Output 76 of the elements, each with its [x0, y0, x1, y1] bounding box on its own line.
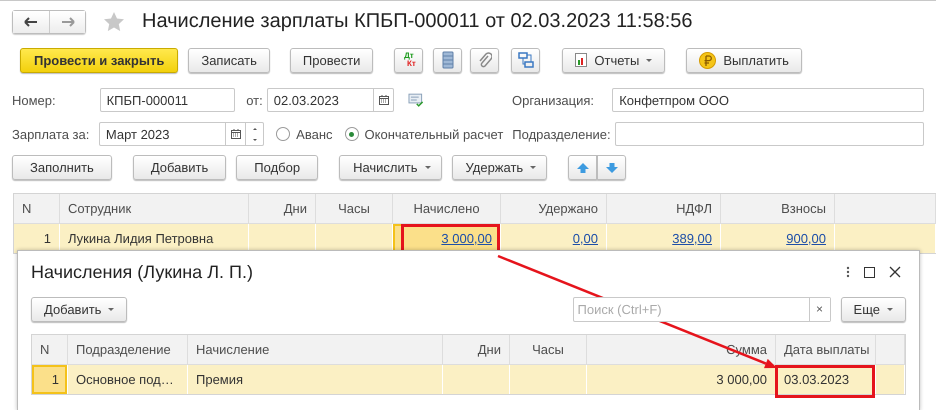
close-icon[interactable] [889, 266, 901, 278]
amount-link[interactable]: 389,00 [672, 231, 712, 246]
toolbar-button[interactable]: Записать [188, 48, 270, 72]
calendar-icon [378, 95, 389, 105]
field-label: Подразделение: [512, 126, 611, 142]
down-arrow-icon [604, 162, 619, 174]
column-header[interactable]: Дата выплаты [776, 335, 876, 365]
date-field[interactable]: 02.03.2023 [266, 88, 394, 112]
back-arrow-icon [24, 16, 38, 26]
period-field[interactable]: Март 2023 [98, 122, 264, 146]
column-header[interactable]: Удержано [501, 194, 607, 224]
add-button[interactable]: Добавить [31, 296, 128, 322]
column-header[interactable]: Часы [510, 335, 587, 365]
calendar-icon [230, 129, 241, 139]
table-cell: Премия [188, 365, 443, 394]
maximize-icon[interactable] [864, 266, 875, 278]
report-icon [575, 53, 588, 67]
toolbar-button[interactable]: Выплатить [686, 48, 802, 72]
column-header[interactable]: Часы [316, 194, 393, 224]
column-header[interactable]: НДФЛ [607, 194, 721, 224]
search-field[interactable]: Поиск (Ctrl+F) × [572, 296, 831, 322]
more-icon[interactable] [846, 266, 850, 278]
list-icon [442, 51, 454, 69]
table-button[interactable]: Удержать [452, 155, 548, 180]
more-button[interactable]: Еще [840, 296, 906, 322]
table-cell: 1 [32, 365, 68, 394]
table-cell: 3 000,00 [587, 365, 776, 394]
comment-check-icon[interactable] [408, 93, 424, 107]
table-cell: 1 [14, 224, 60, 253]
radio-option[interactable]: Окончательный расчет [344, 126, 504, 142]
field-label: от: [246, 92, 263, 108]
field-label: Организация: [512, 92, 596, 108]
window-title: Начисление зарплаты КПБП-000011 от 02.03.2023 11:58:56 [142, 10, 693, 33]
column-header[interactable]: Подразделение [68, 335, 188, 365]
toolbar-icon-button[interactable] [433, 48, 462, 72]
reports-menu-button[interactable]: Отчеты [562, 48, 666, 72]
column-header[interactable]: Дни [249, 194, 316, 224]
number-field[interactable]: КПБП-000011 [100, 88, 236, 112]
debit-credit-button[interactable]: Дт Кт [394, 48, 424, 72]
column-header[interactable]: Дни [443, 335, 510, 365]
post-and-close-button[interactable]: Провести и закрыть [20, 48, 178, 72]
toolbar-button[interactable]: Провести [290, 48, 374, 72]
column-header[interactable]: Начисление [188, 335, 443, 365]
dialog-title: Начисления (Лукина Л. П.) [31, 262, 254, 282]
star-icon[interactable] [104, 12, 124, 31]
department-field[interactable] [614, 122, 924, 146]
forward-arrow-icon [60, 16, 74, 26]
amount-link[interactable]: 0,00 [572, 231, 598, 246]
column-header[interactable]: Начислено [393, 194, 501, 224]
move-down-button[interactable] [597, 155, 626, 180]
table-cell [876, 365, 905, 394]
table-cell: Основное под… [68, 365, 188, 394]
table-button[interactable]: Подбор [236, 155, 318, 180]
toolbar-icon-button[interactable] [470, 48, 500, 72]
clear-button[interactable]: × [808, 298, 830, 320]
structure-icon [518, 52, 534, 68]
move-up-button[interactable] [568, 155, 598, 180]
table-button[interactable]: Заполнить [12, 155, 112, 180]
table-cell [443, 365, 510, 394]
paperclip-icon [478, 52, 492, 68]
column-header[interactable]: Взносы [721, 194, 835, 224]
toolbar-icon-button[interactable] [511, 48, 540, 72]
up-arrow-icon [576, 162, 590, 174]
field-label: Номер: [12, 92, 57, 108]
table-button[interactable]: Начислить [339, 155, 442, 180]
ruble-coin-icon [699, 52, 716, 68]
back-button[interactable] [13, 10, 49, 32]
table-button[interactable]: Добавить [132, 155, 226, 180]
radio-option[interactable]: Аванс [276, 126, 333, 142]
table-cell: Лукина Лидия Петровна [60, 224, 249, 253]
column-header[interactable]: N [14, 194, 60, 224]
amount-link[interactable]: 900,00 [786, 231, 826, 246]
organization-field[interactable]: Конфетпром ООО [612, 88, 924, 112]
column-header[interactable]: Сотрудник [60, 194, 249, 224]
field-label: Зарплата за: [12, 126, 90, 142]
column-header[interactable]: N [32, 335, 68, 365]
